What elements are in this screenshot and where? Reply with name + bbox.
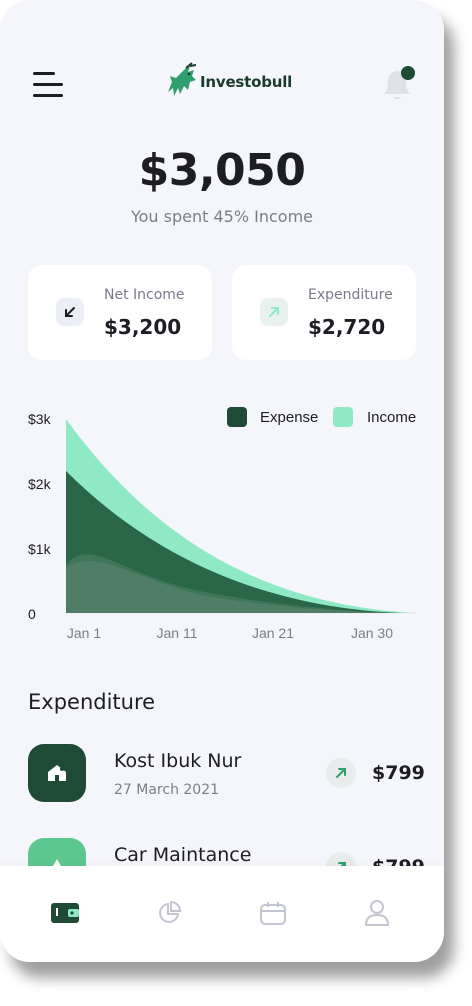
bottom-tab-bar [0,866,444,962]
app-logo: Investobull [164,60,292,104]
arrow-up-right-icon [326,758,356,788]
y-tick-label: $3k [28,411,52,427]
x-tick-label: Jan 30 [351,625,393,641]
calendar-icon[interactable] [256,896,290,930]
item-amount: $799 [372,762,425,784]
expenditure-section-title: Expenditure [28,690,156,714]
legend-swatch-expense [227,407,247,427]
home-icon [28,744,86,802]
expenditure-value: $2,720 [308,315,386,339]
y-tick-label: 0 [28,606,36,622]
balance-subtitle: You spent 45% Income [130,207,314,226]
balance-amount: $3,050 [138,145,306,196]
y-tick-label: $2k [28,476,52,492]
x-tick-label: Jan 1 [67,625,101,641]
arrow-down-left-icon [56,298,84,326]
pie-chart-icon[interactable] [152,896,186,930]
wallet-icon[interactable] [48,896,82,930]
bell-icon[interactable] [380,64,416,104]
net-income-card[interactable]: Net Income $3,200 [28,265,212,360]
phone-screen: Investobull $3,050 You spent 45% Income … [0,0,444,962]
arrow-up-right-icon [260,298,288,326]
net-income-label: Net Income [104,287,185,303]
expenditure-card[interactable]: Expenditure $2,720 [232,265,416,360]
bull-logo-icon [168,62,197,96]
income-expense-chart: $3k $2k $1k 0 Expense Income Jan 1 Jan 1… [28,407,416,641]
item-name: Kost Ibuk Nur [114,750,242,772]
x-tick-label: Jan 21 [252,625,294,641]
net-income-value: $3,200 [104,315,182,339]
hamburger-icon[interactable] [33,72,63,98]
list-item[interactable]: Kost Ibuk Nur 27 March 2021 $799 [0,744,444,824]
legend-swatch-income [333,407,353,427]
expenditure-label: Expenditure [308,287,393,303]
legend-label-income: Income [367,409,416,426]
logo-text: Investobull [200,73,293,91]
item-date: 27 March 2021 [114,782,220,798]
legend-label-expense: Expense [260,409,318,426]
user-icon[interactable] [360,896,394,930]
x-tick-label: Jan 11 [157,625,198,641]
y-tick-label: $1k [28,541,52,557]
item-name: Car Maintance [114,844,252,866]
